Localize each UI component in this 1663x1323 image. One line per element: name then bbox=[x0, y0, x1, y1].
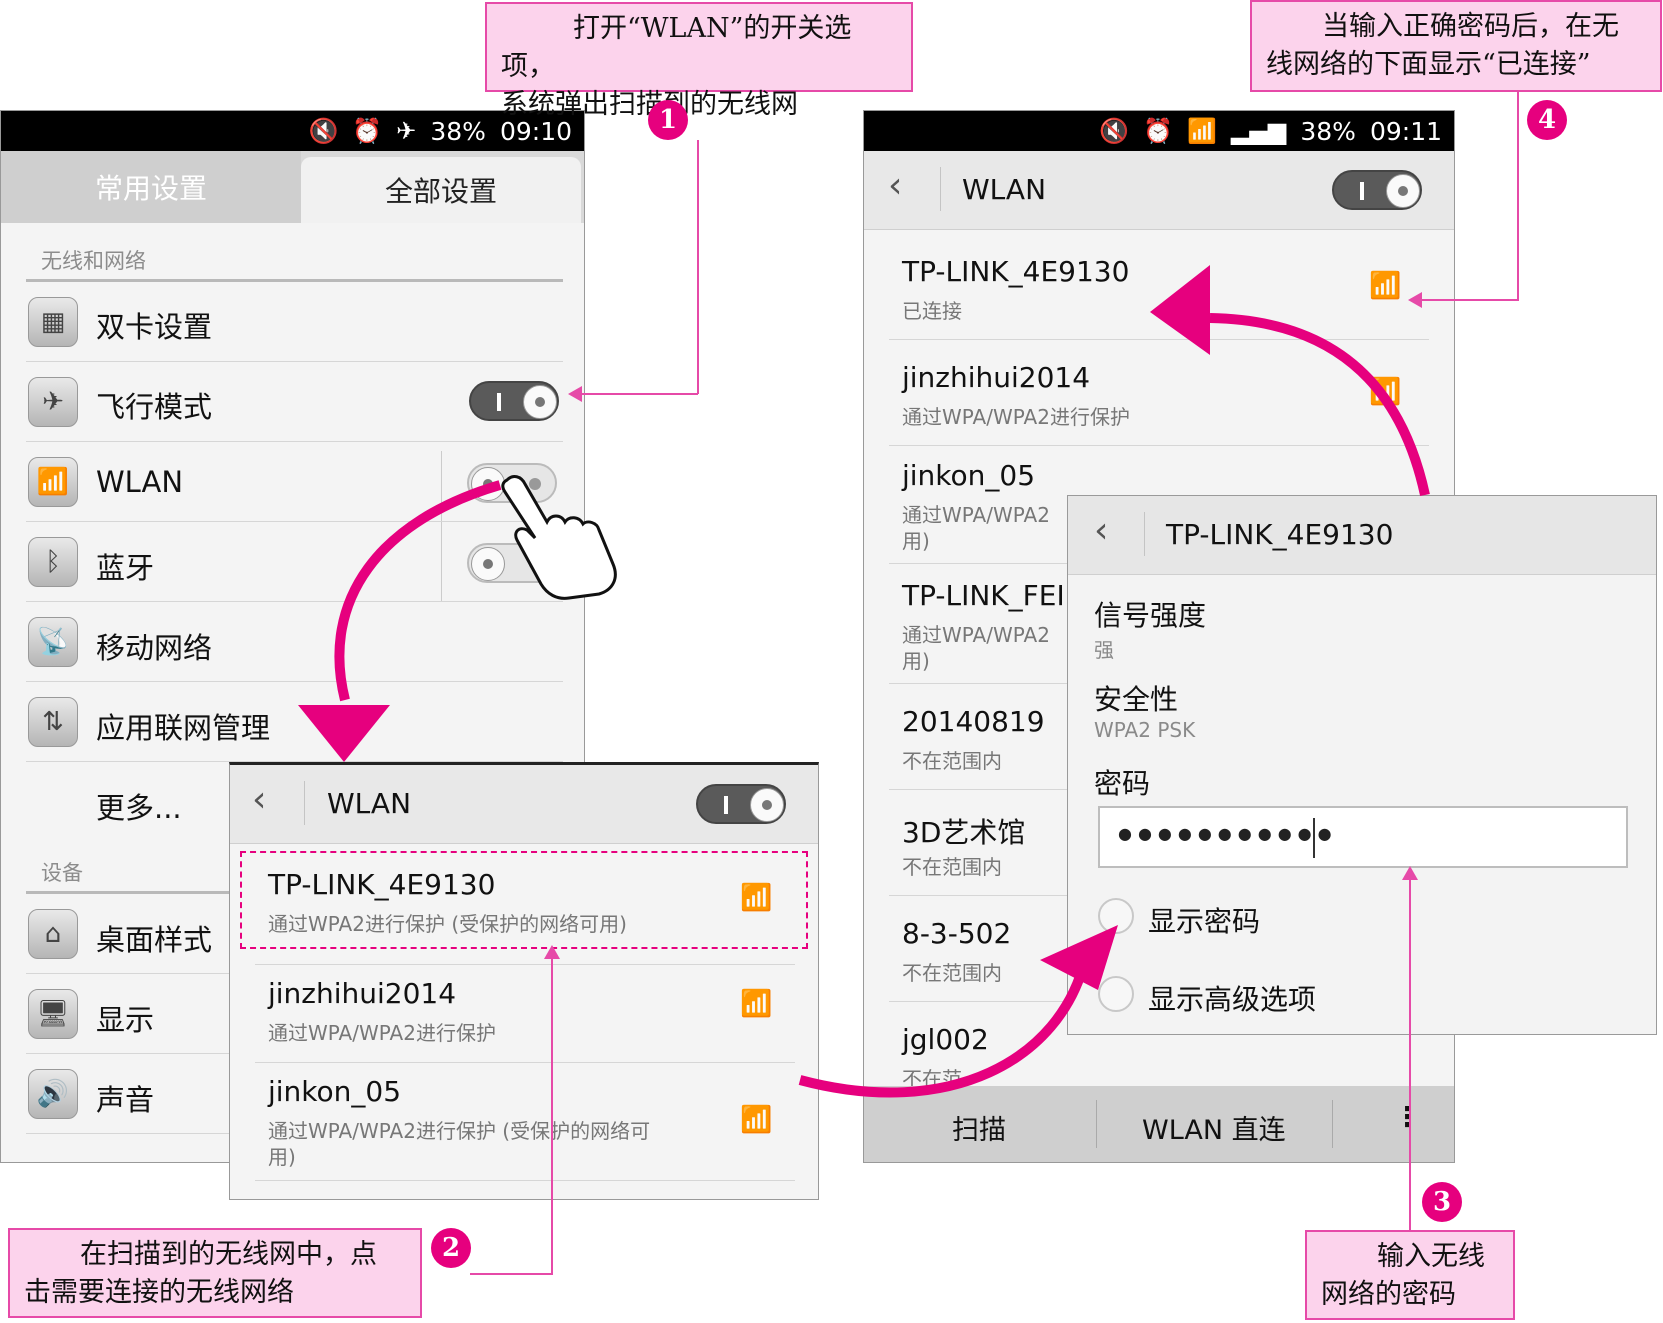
arrow-tip bbox=[544, 945, 560, 959]
callout-text: 网络的密码 bbox=[1321, 1279, 1456, 1310]
arrow-to-scan-list bbox=[334, 480, 502, 702]
arrow-to-password-dialog bbox=[798, 958, 1090, 1098]
callout-text: 当输入正确密码后，在无 bbox=[1322, 11, 1619, 42]
step-badge: 2 bbox=[431, 1228, 471, 1268]
callout-step-1: 打开“WLAN”的开关选项， 系统弹出扫描到的无线网 bbox=[485, 2, 913, 120]
arrow-tip bbox=[1408, 292, 1422, 308]
callout-step-3: 输入无线 网络的密码 bbox=[1305, 1230, 1515, 1320]
callout-text: 系统弹出扫描到的无线网 bbox=[501, 89, 798, 120]
callout-text: 打开“WLAN”的开关选项， bbox=[501, 13, 852, 82]
arrow-tip bbox=[1402, 866, 1418, 880]
arrow-head bbox=[298, 705, 390, 762]
arrow-to-connected bbox=[1209, 313, 1430, 497]
arrow-head bbox=[1150, 265, 1210, 355]
arrow-tip bbox=[568, 386, 582, 402]
callout-text: 击需要连接的无线网络 bbox=[24, 1277, 294, 1308]
callout-step-2: 在扫描到的无线网中，点 击需要连接的无线网络 bbox=[8, 1228, 422, 1318]
step-badge: 4 bbox=[1527, 100, 1567, 140]
step-badge: 3 bbox=[1422, 1182, 1462, 1222]
callout-step-4: 当输入正确密码后，在无 线网络的下面显示“已连接” bbox=[1250, 0, 1662, 92]
callout-text: 在扫描到的无线网中，点 bbox=[80, 1239, 377, 1270]
step-badge: 1 bbox=[648, 100, 688, 140]
callout-text: 输入无线 bbox=[1377, 1241, 1485, 1272]
flow-arrows bbox=[298, 265, 1430, 1098]
callout-text: 线网络的下面显示“已连接” bbox=[1266, 49, 1591, 80]
